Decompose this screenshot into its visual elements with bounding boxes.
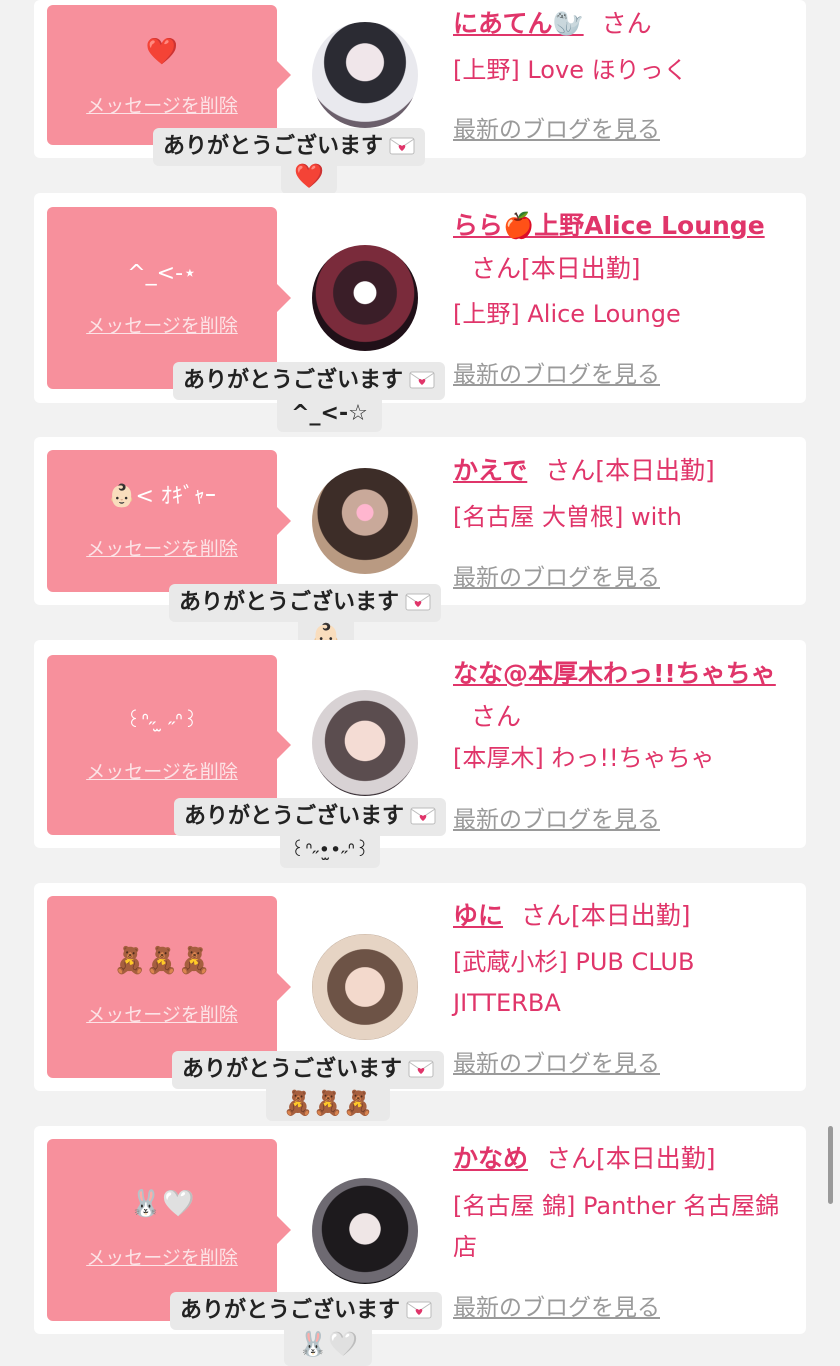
reply-message: ꒰ᐢ˶•̫•˶ᐢ꒱ [280, 832, 380, 868]
envelope-heart-icon [406, 1301, 432, 1319]
shop-name: [名古屋 大曽根] with [453, 503, 682, 531]
reply-message: ❤️ [281, 158, 337, 194]
envelope-heart-icon [405, 593, 431, 611]
avatar[interactable] [312, 468, 418, 574]
bubble-message: 👶🏻< ｵｷﾞｬｰ [108, 484, 216, 509]
cast-name[interactable]: かなめ さん[本日出勤] [453, 1137, 788, 1180]
reply-message: 🧸🧸🧸 [266, 1085, 390, 1121]
cast-name-link[interactable]: かなめ [453, 1144, 528, 1173]
bubble-message: ^_<-⋆ [127, 261, 197, 286]
delete-message-link[interactable]: メッセージを削除 [47, 91, 277, 118]
bubble-message: ❤️ [145, 37, 179, 67]
message-bubble: 👶🏻< ｵｷﾞｬｰ メッセージを削除 [47, 450, 291, 592]
latest-blog-link[interactable]: 最新のブログを見る [453, 1288, 660, 1322]
cast-name-link[interactable]: にあてん🦭 [453, 9, 584, 38]
envelope-heart-icon [408, 1060, 434, 1078]
cast-name-link[interactable]: ゆに [453, 901, 503, 930]
delete-message-link[interactable]: メッセージを削除 [47, 311, 277, 338]
delete-message-link[interactable]: メッセージを削除 [47, 1243, 277, 1270]
shop-name: [本厚木] わっ!!ちゃちゃ [453, 744, 715, 772]
latest-blog-link[interactable]: 最新のブログを見る [453, 1044, 660, 1078]
delete-message-link[interactable]: メッセージを削除 [47, 1000, 277, 1027]
avatar[interactable] [312, 22, 418, 128]
cast-name-link[interactable]: かえで [453, 456, 527, 485]
avatar[interactable] [312, 1178, 418, 1284]
bubble-message: ꒰ᐢ˶ ̫ ˶ᐢ꒱ [125, 708, 199, 732]
shop-name: [武蔵小杉] PUB CLUB JITTERBA [453, 948, 695, 1017]
thanks-badge: ありがとうございます [173, 362, 446, 400]
cast-name[interactable]: にあてん🦭 さん [453, 2, 788, 45]
reply-message: ^_<-☆ [277, 396, 382, 432]
bubble-message: 🧸🧸🧸 [113, 946, 211, 976]
shop-name: [名古屋 錦] Panther 名古屋錦店 [453, 1192, 780, 1261]
cast-name-link[interactable]: らら🍎上野Alice Lounge [453, 211, 765, 240]
avatar[interactable] [312, 245, 418, 351]
thanks-badge: ありがとうございます [169, 584, 442, 622]
thanks-badge: ありがとうございます [172, 1051, 445, 1089]
cast-name[interactable]: かえで さん[本日出勤] [453, 449, 788, 492]
bubble-message: 🐰🤍 [129, 1189, 195, 1219]
scrollbar[interactable] [828, 1126, 833, 1204]
cast-name-link[interactable]: なな@本厚木わっ!!ちゃちゃ [453, 659, 776, 688]
latest-blog-link[interactable]: 最新のブログを見る [453, 355, 660, 389]
avatar[interactable] [312, 934, 418, 1040]
thanks-badge: ありがとうございます [174, 798, 447, 836]
delete-message-link[interactable]: メッセージを削除 [47, 757, 277, 784]
avatar[interactable] [312, 690, 418, 796]
latest-blog-link[interactable]: 最新のブログを見る [453, 110, 660, 144]
cast-name[interactable]: らら🍎上野Alice Loungeさん[本日出勤] [453, 204, 788, 290]
shop-name: [上野] Love ほりっく [453, 56, 688, 84]
reply-message: 🐰🤍 [284, 1326, 372, 1366]
latest-blog-link[interactable]: 最新のブログを見る [453, 800, 660, 834]
shop-name: [上野] Alice Lounge [453, 300, 681, 328]
cast-name[interactable]: なな@本厚木わっ!!ちゃちゃさん [453, 652, 788, 738]
envelope-heart-icon [409, 371, 435, 389]
message-bubble: ❤️ メッセージを削除 [47, 5, 291, 145]
thanks-badge: ありがとうございます [170, 1292, 443, 1330]
cast-name[interactable]: ゆに さん[本日出勤] [453, 894, 788, 937]
envelope-heart-icon [410, 807, 436, 825]
envelope-heart-icon [389, 137, 415, 155]
delete-message-link[interactable]: メッセージを削除 [47, 534, 277, 561]
latest-blog-link[interactable]: 最新のブログを見る [453, 558, 660, 592]
